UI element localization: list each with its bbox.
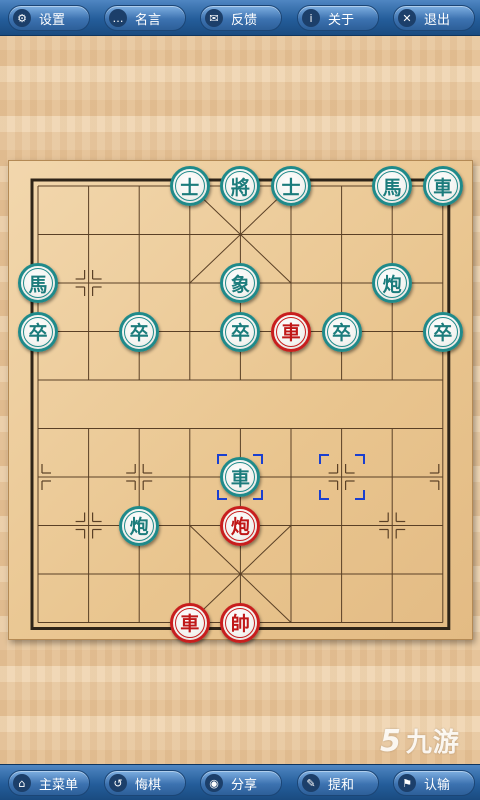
undo-icon: ↺	[109, 774, 127, 792]
top-button-label: 退出	[424, 12, 451, 28]
watermark-logo: 5 九游	[380, 722, 460, 759]
black-soldier-piece[interactable]: 卒	[321, 311, 362, 352]
flag-icon: ⚑	[398, 774, 416, 792]
bottom-button-2[interactable]: ◉ 分享	[200, 770, 282, 796]
black-horse-piece[interactable]: 馬	[372, 166, 413, 206]
top-button-label: 关于	[328, 12, 355, 28]
mail-icon: ✉	[205, 9, 223, 27]
top-button-1[interactable]: … 名言	[104, 5, 186, 31]
bottom-button-1[interactable]: ↺ 悔棋	[104, 770, 186, 796]
red-chariot-piece[interactable]: 車	[169, 602, 210, 643]
top-button-label: 名言	[135, 12, 162, 28]
black-cannon-piece[interactable]: 炮	[372, 263, 413, 303]
home-icon: ⌂	[13, 774, 31, 792]
pen-icon: ✎	[302, 774, 320, 792]
bottom-button-4[interactable]: ⚑ 认输	[393, 770, 475, 796]
gear-icon: ⚙	[13, 9, 31, 27]
info-icon: i	[302, 9, 320, 27]
close-icon: ✕	[398, 9, 416, 27]
top-button-4[interactable]: ✕ 退出	[393, 5, 475, 31]
black-chariot-piece[interactable]: 車	[422, 166, 463, 206]
top-button-0[interactable]: ⚙ 设置	[8, 5, 90, 31]
bottom-button-label: 提和	[328, 777, 355, 793]
top-button-label: 设置	[39, 12, 66, 28]
watermark-mark: 5	[380, 724, 402, 759]
red-chariot-piece[interactable]: 車	[271, 311, 311, 352]
bottom-button-3[interactable]: ✎ 提和	[297, 770, 379, 796]
top-button-label: 反馈	[231, 12, 258, 28]
bottom-button-0[interactable]: ⌂ 主菜单	[8, 770, 90, 796]
black-soldier-piece[interactable]: 卒	[220, 311, 261, 352]
black-soldier-piece[interactable]: 卒	[119, 311, 160, 352]
bottom-toolbar: ⌂ 主菜单 ↺ 悔棋 ◉ 分享 ✎ 提和 ⚑ 认输	[0, 764, 480, 800]
board-grid	[30, 178, 451, 630]
black-advisor-piece[interactable]: 士	[271, 166, 311, 206]
red-cannon-piece[interactable]: 炮	[220, 505, 261, 546]
black-horse-piece[interactable]: 馬	[18, 263, 58, 303]
last-move-destination-marker	[217, 454, 264, 500]
top-button-3[interactable]: i 关于	[297, 5, 379, 31]
red-general-piece[interactable]: 帥	[220, 602, 261, 643]
speech-bubble-icon: …	[109, 9, 127, 27]
xiangqi-board[interactable]: 士將士馬車馬象炮卒卒卒車卒卒車炮炮車帥	[8, 160, 473, 643]
black-soldier-piece[interactable]: 卒	[18, 311, 58, 352]
bottom-button-label: 悔棋	[135, 777, 162, 793]
black-cannon-piece[interactable]: 炮	[119, 505, 160, 546]
top-button-2[interactable]: ✉ 反馈	[200, 5, 282, 31]
bottom-button-label: 主菜单	[39, 777, 79, 793]
bottom-button-label: 分享	[231, 777, 258, 793]
watermark-text: 九游	[405, 728, 460, 758]
top-toolbar: ⚙ 设置 … 名言 ✉ 反馈 i 关于 ✕ 退出	[0, 0, 480, 36]
black-soldier-piece[interactable]: 卒	[422, 311, 463, 352]
last-move-origin-marker	[318, 454, 365, 500]
share-icon: ◉	[205, 774, 223, 792]
black-advisor-piece[interactable]: 士	[169, 166, 210, 206]
bottom-button-label: 认输	[424, 777, 451, 793]
